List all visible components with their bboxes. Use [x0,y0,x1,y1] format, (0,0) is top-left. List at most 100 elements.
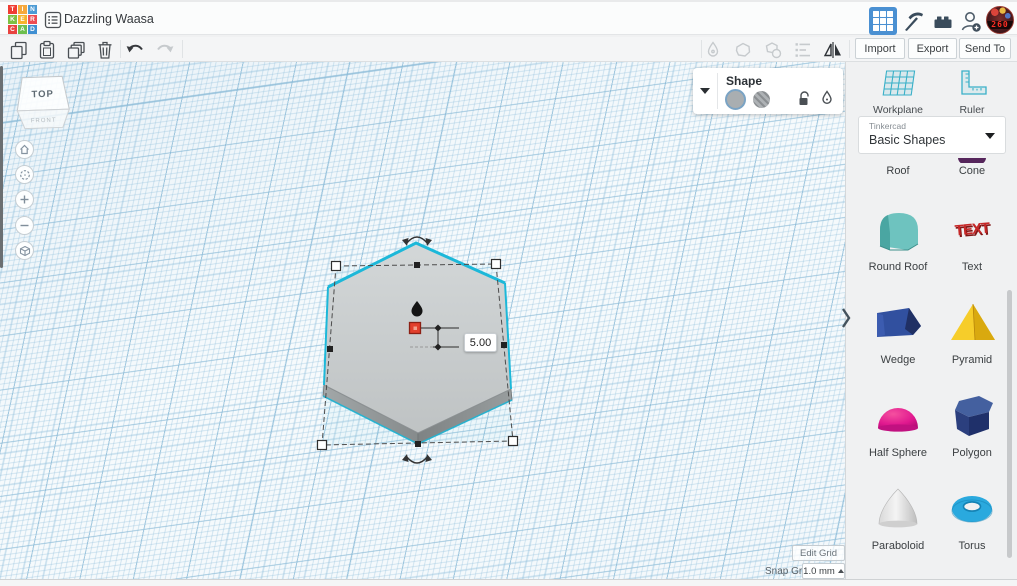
snap-grid-value: 1.0 mm [803,565,835,577]
svg-text:TEXT: TEXT [954,219,991,239]
scale-handle-mid[interactable] [327,346,333,352]
scale-handle-mid[interactable] [415,441,421,447]
panel-collapse-button[interactable] [840,305,852,336]
shape-item-pyramid[interactable]: Pyramid [932,299,1012,366]
shape-item-paraboloid[interactable]: Paraboloid [858,485,938,552]
edit-grid-button[interactable]: Edit Grid [792,545,845,561]
shape-library-dropdown[interactable]: Tinkercad Basic Shapes [858,116,1006,154]
align-button[interactable] [792,39,814,61]
shape-item-half-sphere[interactable]: Half Sphere [858,392,938,459]
undo-icon [126,44,143,53]
dashboard-grid-button[interactable] [869,7,897,35]
export-button[interactable]: Export [908,38,957,59]
ruler-icon [961,70,987,95]
zoom-out-button[interactable] [15,216,34,235]
logo-cell: E [18,15,27,24]
copy-button[interactable] [8,39,30,61]
cone-thumbnail-partial[interactable] [957,154,987,163]
show-all-button[interactable] [702,39,724,61]
solid-swatch[interactable] [725,89,746,110]
inspector-title: Shape [726,74,763,88]
shape-item-polygon[interactable]: Polygon [932,392,1012,459]
shapes-panel: Workplane Ruler Tinkercad Basic Shapes R… [845,62,1017,586]
scale-handle-corner[interactable] [330,260,342,272]
viewport[interactable]: TOP FRONT 5.00 Shape Edit Grid Snap Grid… [0,62,845,586]
half-sphere-thumbnail [878,408,918,432]
shape-item-round-roof[interactable]: Round Roof [858,206,938,273]
design-title[interactable]: Dazzling Waasa [64,12,154,26]
snap-grid-dropdown[interactable]: 1.0 mm [802,563,845,579]
grid-icon [873,11,893,31]
home-view-button[interactable] [15,140,34,159]
undo-button[interactable] [124,39,146,61]
shape-item-torus[interactable]: Torus [932,485,1012,552]
home-icon [20,144,29,155]
scale-handle-mid[interactable] [501,342,507,348]
fit-view-button[interactable] [15,165,34,184]
ruler-label: Ruler [959,104,985,116]
unlock-icon [799,91,809,105]
lightbulb-icon [707,41,719,57]
trash-icon [98,41,112,59]
duplicate-button[interactable] [65,39,87,61]
avatar-badge: 260 [987,20,1013,29]
shape-item-roof[interactable]: Roof [858,165,938,177]
plus-icon [20,195,29,204]
group-button[interactable] [732,39,754,61]
view-cube-front-label: FRONT [31,118,57,125]
mirror-icon [823,42,841,58]
workplane-label: Workplane [873,104,923,116]
library-brand: Tinkercad [869,121,907,131]
lock-button[interactable] [797,90,812,112]
zoom-in-button[interactable] [15,190,34,209]
minecraft-export-button[interactable] [899,7,927,35]
ungroup-icon [765,42,782,59]
person-add-icon [961,12,981,32]
chevron-down-icon [985,133,995,139]
rotate-handle-bottom[interactable] [402,454,432,464]
delete-button[interactable] [94,39,116,61]
logo-cell: A [18,25,27,34]
shape-item-text[interactable]: TEXT TEXT Text [932,206,1012,273]
paste-button[interactable] [36,39,58,61]
gallery-scrollbar[interactable] [1007,290,1012,558]
workplane-tool[interactable]: Workplane [863,68,933,116]
torus-thumbnail [951,496,993,523]
logo-cell: C [8,25,17,34]
fit-view-icon [19,169,30,180]
brick-export-button[interactable] [929,7,957,35]
chevron-down-icon [700,88,710,94]
scale-handle-corner[interactable] [316,439,328,451]
ruler-tool[interactable]: Ruler [937,68,1007,116]
pyramid-thumbnail [951,303,995,341]
perspective-cube-icon [19,245,30,256]
inspector-collapse-button[interactable] [693,68,717,114]
tinkercad-app: T I N K E R C A D Dazzling Waasa 260 Imp… [0,0,1017,586]
logo-cell: D [28,25,37,34]
ungroup-button[interactable] [762,39,784,61]
design-menu-icon[interactable] [44,11,62,34]
shape-item-cone[interactable]: Cone [932,165,1012,177]
shape-item-wedge[interactable]: Wedge [858,299,938,366]
tinkercad-logo[interactable]: T I N K E R C A D [8,5,38,35]
shape-gallery: Roof Cone Round Roof TEXT TEXT Text Wedg… [846,154,1017,586]
header-bar: T I N K E R C A D Dazzling Waasa 260 [0,0,1017,35]
invite-collaborator-button[interactable] [957,7,985,35]
scale-handle-corner[interactable] [507,435,519,447]
divider [182,40,183,58]
import-button[interactable]: Import [855,38,905,59]
perspective-toggle-button[interactable] [15,241,34,260]
dimension-input[interactable]: 5.00 [464,333,497,352]
send-to-button[interactable]: Send To [959,38,1011,59]
divider [849,40,850,58]
scale-handle-mid[interactable] [414,262,420,268]
hide-button[interactable] [820,90,834,112]
left-scrollbar[interactable] [0,66,3,268]
mirror-button[interactable] [822,39,844,61]
user-avatar[interactable]: 260 [986,6,1014,34]
redo-button[interactable] [154,39,176,61]
divider [717,73,718,109]
scale-handle-corner[interactable] [490,258,502,270]
view-cube[interactable]: TOP FRONT [14,74,72,134]
hole-swatch[interactable] [753,91,770,108]
